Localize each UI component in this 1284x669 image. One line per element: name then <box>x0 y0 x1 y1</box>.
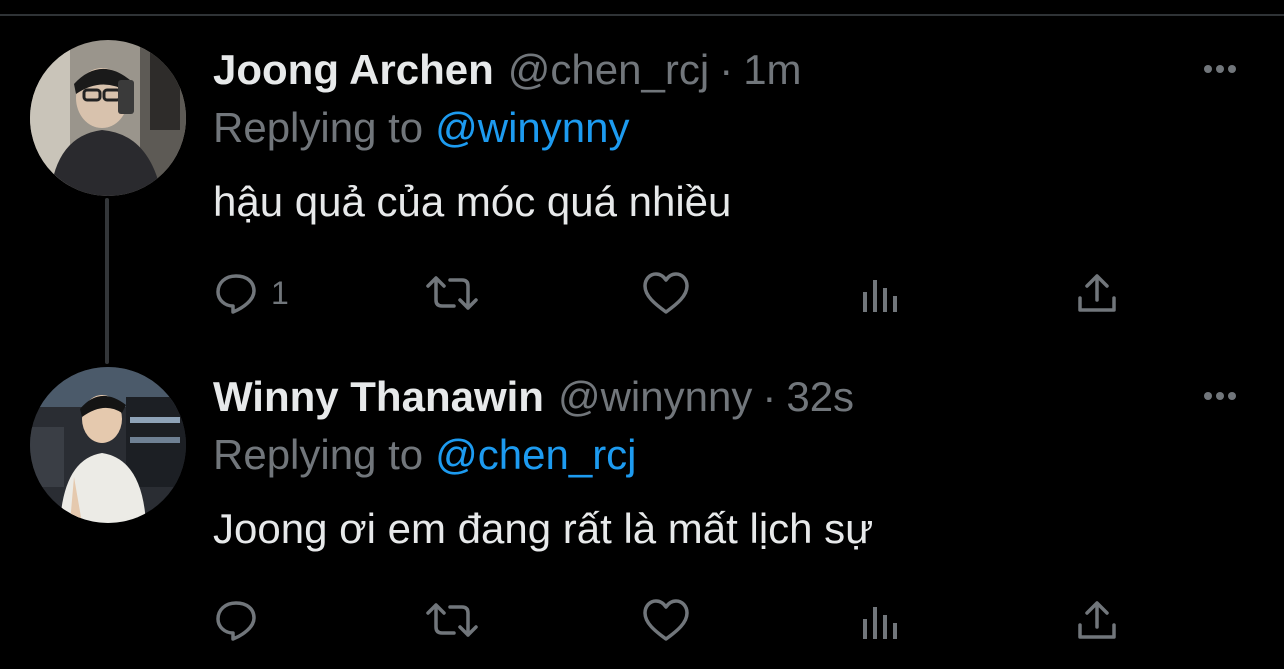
views-icon <box>863 607 897 639</box>
tweet-actions: 1 <box>213 268 1133 318</box>
retweet-icon <box>426 603 478 637</box>
reply-count: 1 <box>271 275 289 311</box>
mention-link[interactable]: @winynny <box>435 104 629 151</box>
replying-to: Replying to @winynny <box>213 100 630 156</box>
user-handle[interactable]: @winynny <box>558 373 752 420</box>
avatar[interactable] <box>30 367 186 523</box>
reply-button[interactable]: 1 <box>213 268 289 318</box>
replying-to-label: Replying to <box>213 431 424 478</box>
thread-connector-line <box>105 198 109 364</box>
separator-dot: · <box>719 46 734 93</box>
views-button[interactable] <box>861 268 901 318</box>
like-button[interactable] <box>641 268 691 318</box>
reply-icon <box>216 601 256 641</box>
like-icon <box>643 599 689 641</box>
share-button[interactable] <box>1075 595 1119 645</box>
display-name[interactable]: Winny Thanawin <box>213 373 544 420</box>
share-icon <box>1078 601 1116 639</box>
views-button[interactable] <box>861 595 901 645</box>
retweet-icon <box>426 276 478 310</box>
views-icon <box>863 280 897 312</box>
tweet-header: Winny Thanawin @winynny · 32s <box>213 369 854 425</box>
ellipsis-icon <box>1204 392 1236 400</box>
avatar[interactable] <box>30 40 186 196</box>
reply-icon <box>216 274 256 314</box>
like-button[interactable] <box>641 595 691 645</box>
timestamp[interactable]: 32s <box>786 373 854 420</box>
tweet-text: hậu quả của móc quá nhiều <box>213 178 732 225</box>
share-icon <box>1078 274 1116 312</box>
timestamp[interactable]: 1m <box>743 46 801 93</box>
more-options-button[interactable] <box>1196 383 1244 409</box>
tweet-header: Joong Archen @chen_rcj · 1m <box>213 42 802 98</box>
share-button[interactable] <box>1075 268 1119 318</box>
top-divider <box>0 14 1284 16</box>
retweet-button[interactable] <box>425 595 479 645</box>
retweet-button[interactable] <box>425 268 479 318</box>
replying-to: Replying to @chen_rcj <box>213 427 637 483</box>
replying-to-label: Replying to <box>213 104 424 151</box>
display-name[interactable]: Joong Archen <box>213 46 494 93</box>
like-icon <box>643 272 689 314</box>
mention-link[interactable]: @chen_rcj <box>435 431 636 478</box>
ellipsis-icon <box>1204 65 1236 73</box>
tweet-actions <box>213 595 1133 645</box>
separator-dot: · <box>762 373 777 420</box>
more-options-button[interactable] <box>1196 56 1244 82</box>
user-handle[interactable]: @chen_rcj <box>508 46 709 93</box>
reply-button[interactable] <box>213 595 271 645</box>
tweet-text: Joong ơi em đang rất là mất lịch sự <box>213 505 874 552</box>
